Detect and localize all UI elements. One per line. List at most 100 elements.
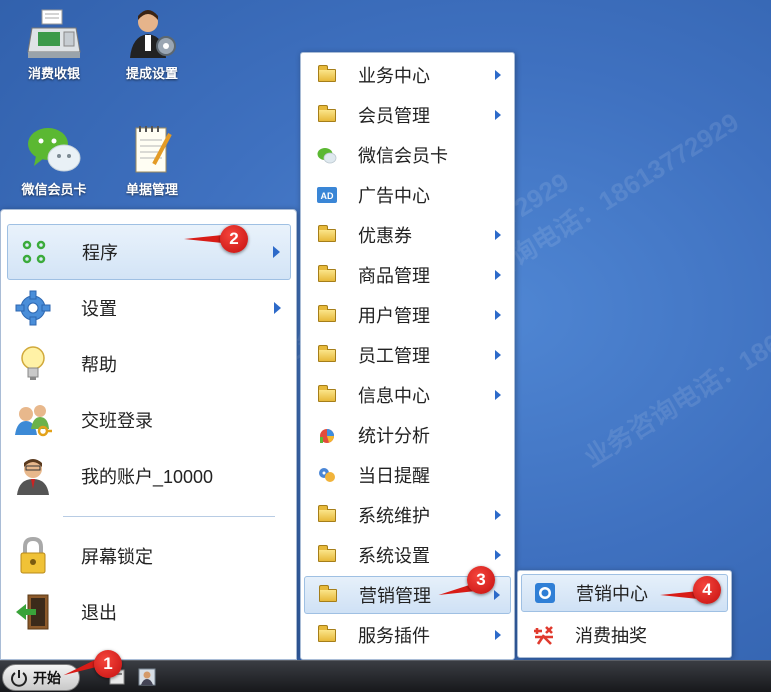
menu-item-label: 员工管理 <box>358 346 430 366</box>
folder-icon <box>318 104 336 122</box>
submenu-arrow-icon <box>495 110 501 120</box>
power-icon <box>11 669 27 687</box>
menu-item-label: 系统维护 <box>358 506 430 526</box>
menu-item-staff-management[interactable]: 员工管理 <box>304 336 511 374</box>
menu-item-label: 统计分析 <box>358 426 430 446</box>
menu-item-label: 用户管理 <box>358 306 430 326</box>
callout-badge: 2 <box>220 225 248 253</box>
menu-item-user-management[interactable]: 用户管理 <box>304 296 511 334</box>
folder-icon <box>319 584 337 602</box>
apps-grid-icon <box>10 232 58 272</box>
gear-icon <box>9 288 57 328</box>
submenu-arrow-icon <box>495 310 501 320</box>
user-account-icon <box>9 456 57 496</box>
folder-icon <box>318 344 336 362</box>
exit-door-icon <box>9 592 57 632</box>
menu-item-ad-center[interactable]: AD 广告中心 <box>304 176 511 214</box>
start-menu-item-lock-screen[interactable]: 屏幕锁定 <box>7 528 291 584</box>
menu-item-label: 营销管理 <box>359 586 431 606</box>
callout-badge: 4 <box>693 576 721 604</box>
ad-icon: AD <box>316 186 338 204</box>
wechat-icon <box>26 124 82 176</box>
submenu-arrow-icon <box>495 270 501 280</box>
users-key-icon <box>9 400 57 440</box>
svg-text:AD: AD <box>321 191 334 201</box>
watermark: 业务咨询电话：18613772929 <box>578 266 771 473</box>
wechat-icon <box>316 146 338 164</box>
menu-item-label: 消费抽奖 <box>575 626 647 646</box>
submenu-arrow-icon <box>274 302 281 314</box>
reminder-icon <box>316 466 338 484</box>
start-menu-item-help[interactable]: 帮助 <box>7 336 291 392</box>
start-menu-item-label: 帮助 <box>81 355 117 375</box>
taskbar-user-icon[interactable] <box>138 668 156 686</box>
menu-item-label: 微信会员卡 <box>358 146 448 166</box>
folder-icon <box>318 224 336 242</box>
start-button-label: 开始 <box>33 669 61 686</box>
start-menu-item-exit[interactable]: 退出 <box>7 584 291 640</box>
desktop-icon-label: 微信会员卡 <box>21 182 87 197</box>
menu-item-service-plugins[interactable]: 服务插件 <box>304 616 511 654</box>
start-menu-item-shift-login[interactable]: 交班登录 <box>7 392 291 448</box>
menu-item-label: 当日提醒 <box>358 466 430 486</box>
menu-item-label: 业务中心 <box>358 66 430 86</box>
menu-item-statistics[interactable]: 统计分析 <box>304 416 511 454</box>
start-menu-item-label: 退出 <box>81 603 117 623</box>
submenu-arrow-icon <box>495 230 501 240</box>
start-menu-item-programs[interactable]: 程序 <box>7 224 291 280</box>
submenu-arrow-icon <box>495 510 501 520</box>
menu-item-label: 优惠券 <box>358 226 412 246</box>
folder-icon <box>318 544 336 562</box>
menu-item-lottery[interactable]: 消费抽奖 <box>521 616 728 654</box>
submenu-arrow-icon <box>495 350 501 360</box>
submenu-arrow-icon <box>495 390 501 400</box>
menu-item-daily-reminder[interactable]: 当日提醒 <box>304 456 511 494</box>
desktop-icon-documents[interactable]: 单据管理 <box>112 124 192 198</box>
padlock-icon <box>9 536 57 576</box>
menu-item-label: 广告中心 <box>358 186 430 206</box>
menu-item-label: 会员管理 <box>358 106 430 126</box>
desktop-icon-commission[interactable]: 提成设置 <box>112 8 192 82</box>
desktop-icon-label: 单据管理 <box>125 182 178 197</box>
folder-icon <box>318 504 336 522</box>
notepad-icon <box>124 124 180 176</box>
folder-icon <box>318 304 336 322</box>
desktop-icon-label: 提成设置 <box>125 66 178 81</box>
menu-separator <box>63 516 275 517</box>
submenu-arrow-icon <box>495 550 501 560</box>
desktop-icon-wechat-card[interactable]: 微信会员卡 <box>14 124 94 198</box>
start-menu-item-label: 屏幕锁定 <box>81 547 153 567</box>
start-menu-item-label: 我的账户_10000 <box>81 467 214 487</box>
menu-item-info-center[interactable]: 信息中心 <box>304 376 511 414</box>
lottery-icon <box>533 626 555 645</box>
start-menu-item-settings[interactable]: 设置 <box>7 280 291 336</box>
folder-icon <box>318 64 336 82</box>
menu-item-label: 服务插件 <box>358 626 430 646</box>
menu-item-coupons[interactable]: 优惠券 <box>304 216 511 254</box>
start-menu-item-label: 交班登录 <box>81 411 153 431</box>
menu-item-product-management[interactable]: 商品管理 <box>304 256 511 294</box>
cash-register-icon <box>26 8 82 60</box>
start-menu-item-label: 设置 <box>81 299 117 319</box>
menu-item-label: 信息中心 <box>358 386 430 406</box>
folder-icon <box>318 264 336 282</box>
menu-item-business-center[interactable]: 业务中心 <box>304 56 511 94</box>
menu-item-system-maintenance[interactable]: 系统维护 <box>304 496 511 534</box>
staff-settings-icon <box>124 8 180 60</box>
folder-icon <box>318 624 336 642</box>
submenu-arrow-icon <box>273 246 280 258</box>
submenu-arrow-icon <box>494 590 500 600</box>
lightbulb-icon <box>9 344 57 384</box>
desktop-icon-label: 消费收银 <box>27 66 80 81</box>
menu-item-member-management[interactable]: 会员管理 <box>304 96 511 134</box>
folder-icon <box>318 384 336 402</box>
menu-item-wechat-card[interactable]: 微信会员卡 <box>304 136 511 174</box>
desktop-icon-cashier[interactable]: 消费收银 <box>14 8 94 82</box>
start-menu: 程序 设置 帮助 交班登录 我的账户_10000 屏幕锁定 退出 <box>0 209 297 660</box>
menu-item-label: 商品管理 <box>358 266 430 286</box>
start-menu-item-my-account[interactable]: 我的账户_10000 <box>7 448 291 504</box>
menu-item-label: 系统设置 <box>358 546 430 566</box>
submenu-arrow-icon <box>495 630 501 640</box>
callout-badge: 1 <box>94 650 122 678</box>
marketing-center-icon <box>534 583 556 603</box>
